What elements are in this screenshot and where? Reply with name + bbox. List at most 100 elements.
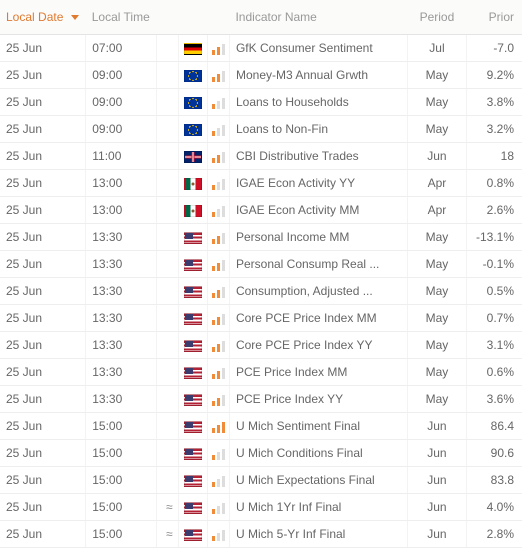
cell-time-td: 15:00 bbox=[86, 521, 157, 548]
cell-date: 25 Jun bbox=[6, 365, 42, 379]
cell-date: 25 Jun bbox=[6, 68, 42, 82]
table-row[interactable]: 25 Jun13:30Core PCE Price Index YYMay3.1… bbox=[0, 332, 522, 359]
cell-time: 09:00 bbox=[92, 122, 122, 136]
cell-period: Jun bbox=[427, 446, 446, 460]
table-row[interactable]: 25 Jun13:30Personal Consump Real ...May-… bbox=[0, 251, 522, 278]
cell-period-td: May bbox=[408, 89, 467, 116]
cell-prior-td: 4.0% bbox=[466, 494, 522, 521]
cell-indicator-name: Consumption, Adjusted ... bbox=[236, 284, 373, 298]
importance-icon bbox=[212, 97, 225, 109]
table-row[interactable]: 25 Jun09:00Loans to HouseholdsMay3.8% bbox=[0, 89, 522, 116]
cell-indicator-name: Loans to Households bbox=[236, 95, 349, 109]
cell-approx-td bbox=[157, 143, 179, 170]
importance-icon bbox=[212, 43, 225, 55]
cell-importance-td bbox=[207, 116, 229, 143]
table-row[interactable]: 25 Jun15:00U Mich Expectations FinalJun8… bbox=[0, 467, 522, 494]
flag-us-icon bbox=[184, 232, 202, 244]
cell-time: 13:30 bbox=[92, 230, 122, 244]
cell-period-td: Apr bbox=[408, 170, 467, 197]
cell-name-td: Personal Income MM bbox=[229, 224, 407, 251]
table-row[interactable]: 25 Jun13:00IGAE Econ Activity MMApr2.6% bbox=[0, 197, 522, 224]
flag-us-icon bbox=[184, 529, 202, 541]
cell-date-td: 25 Jun bbox=[0, 170, 86, 197]
cell-indicator-name: Personal Income MM bbox=[236, 230, 349, 244]
table-row[interactable]: 25 Jun13:30PCE Price Index MMMay0.6% bbox=[0, 359, 522, 386]
cell-period-td: May bbox=[408, 278, 467, 305]
flag-mx-icon bbox=[184, 205, 202, 217]
table-row[interactable]: 25 Jun13:30PCE Price Index YYMay3.6% bbox=[0, 386, 522, 413]
cell-time: 13:30 bbox=[92, 365, 122, 379]
flag-eu-icon bbox=[184, 124, 202, 136]
flag-eu-icon bbox=[184, 70, 202, 82]
cell-date-td: 25 Jun bbox=[0, 143, 86, 170]
economic-calendar-table: Local Date Local Time Indicator Name Per… bbox=[0, 0, 522, 548]
table-row[interactable]: 25 Jun15:00≈U Mich 5-Yr Inf FinalJun2.8% bbox=[0, 521, 522, 548]
approx-icon: ≈ bbox=[166, 527, 173, 541]
cell-importance-td bbox=[207, 89, 229, 116]
cell-importance-td bbox=[207, 305, 229, 332]
col-header-prior[interactable]: Prior bbox=[466, 0, 522, 35]
cell-period-td: Jul bbox=[408, 35, 467, 62]
table-row[interactable]: 25 Jun13:30Consumption, Adjusted ...May0… bbox=[0, 278, 522, 305]
flag-us-icon bbox=[184, 340, 202, 352]
col-header-period[interactable]: Period bbox=[408, 0, 467, 35]
table-row[interactable]: 25 Jun13:30Personal Income MMMay-13.1% bbox=[0, 224, 522, 251]
importance-icon bbox=[212, 421, 225, 433]
cell-prior: 3.6% bbox=[487, 392, 514, 406]
col-header-indicator[interactable]: Indicator Name bbox=[229, 0, 407, 35]
cell-approx-td: ≈ bbox=[157, 494, 179, 521]
col-header-approx[interactable] bbox=[157, 0, 179, 35]
col-header-indicator-label: Indicator Name bbox=[235, 10, 316, 24]
cell-time-td: 13:00 bbox=[86, 170, 157, 197]
cell-date: 25 Jun bbox=[6, 284, 42, 298]
cell-time: 15:00 bbox=[92, 500, 122, 514]
table-row[interactable]: 25 Jun15:00≈U Mich 1Yr Inf FinalJun4.0% bbox=[0, 494, 522, 521]
cell-prior-td: -0.1% bbox=[466, 251, 522, 278]
cell-date-td: 25 Jun bbox=[0, 413, 86, 440]
table-row[interactable]: 25 Jun13:00IGAE Econ Activity YYApr0.8% bbox=[0, 170, 522, 197]
cell-period: Apr bbox=[428, 203, 447, 217]
cell-period-td: Jun bbox=[408, 143, 467, 170]
cell-period-td: May bbox=[408, 332, 467, 359]
table-row[interactable]: 25 Jun11:00CBI Distributive TradesJun18 bbox=[0, 143, 522, 170]
table-row[interactable]: 25 Jun07:00GfK Consumer SentimentJul-7.0 bbox=[0, 35, 522, 62]
cell-date: 25 Jun bbox=[6, 257, 42, 271]
table-row[interactable]: 25 Jun09:00Money-M3 Annual GrwthMay9.2% bbox=[0, 62, 522, 89]
cell-period: Jun bbox=[427, 527, 446, 541]
cell-name-td: U Mich Conditions Final bbox=[229, 440, 407, 467]
cell-name-td: Consumption, Adjusted ... bbox=[229, 278, 407, 305]
cell-name-td: CBI Distributive Trades bbox=[229, 143, 407, 170]
cell-importance-td bbox=[207, 143, 229, 170]
importance-icon bbox=[212, 286, 225, 298]
cell-prior-td: 3.6% bbox=[466, 386, 522, 413]
table-row[interactable]: 25 Jun13:30Core PCE Price Index MMMay0.7… bbox=[0, 305, 522, 332]
cell-time-td: 09:00 bbox=[86, 89, 157, 116]
table-row[interactable]: 25 Jun15:00U Mich Conditions FinalJun90.… bbox=[0, 440, 522, 467]
cell-flag-td bbox=[179, 170, 207, 197]
cell-approx-td bbox=[157, 251, 179, 278]
col-header-date[interactable]: Local Date bbox=[0, 0, 86, 35]
cell-time-td: 09:00 bbox=[86, 62, 157, 89]
approx-icon: ≈ bbox=[166, 500, 173, 514]
cell-flag-td bbox=[179, 62, 207, 89]
cell-period: Jun bbox=[427, 500, 446, 514]
cell-indicator-name: Loans to Non-Fin bbox=[236, 122, 328, 136]
cell-period-td: Jun bbox=[408, 413, 467, 440]
cell-period: May bbox=[426, 230, 449, 244]
col-header-importance[interactable] bbox=[207, 0, 229, 35]
cell-period: May bbox=[426, 122, 449, 136]
importance-icon bbox=[212, 151, 225, 163]
col-header-country[interactable] bbox=[179, 0, 207, 35]
table-row[interactable]: 25 Jun15:00U Mich Sentiment FinalJun86.4 bbox=[0, 413, 522, 440]
cell-approx-td bbox=[157, 197, 179, 224]
cell-name-td: Personal Consump Real ... bbox=[229, 251, 407, 278]
col-header-time[interactable]: Local Time bbox=[86, 0, 157, 35]
cell-prior-td: 2.8% bbox=[466, 521, 522, 548]
cell-date-td: 25 Jun bbox=[0, 197, 86, 224]
cell-name-td: U Mich Sentiment Final bbox=[229, 413, 407, 440]
cell-date-td: 25 Jun bbox=[0, 116, 86, 143]
cell-period: Jun bbox=[427, 473, 446, 487]
table-row[interactable]: 25 Jun09:00Loans to Non-FinMay3.2% bbox=[0, 116, 522, 143]
cell-period-td: Jun bbox=[408, 521, 467, 548]
cell-prior-td: 86.4 bbox=[466, 413, 522, 440]
